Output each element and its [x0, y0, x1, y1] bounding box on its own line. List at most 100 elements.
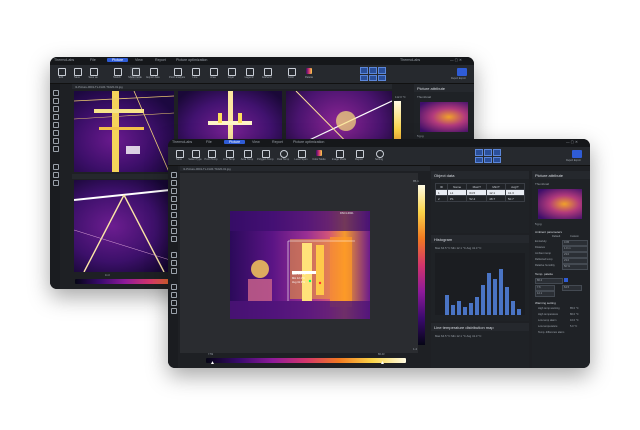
back-export-button[interactable]: Export data — [146, 67, 160, 80]
front-image-mode-button[interactable]: Image Mode — [332, 149, 346, 162]
rotate-icon[interactable] — [171, 252, 177, 258]
front-report-button[interactable]: Report — [354, 149, 364, 162]
front-temp-range-bar[interactable] — [206, 358, 406, 363]
range-high-handle[interactable]: ▲ — [380, 360, 385, 366]
power-pole-graphic — [74, 91, 174, 172]
front-save-button[interactable]: Save — [174, 149, 184, 162]
point-temp-icon — [208, 150, 216, 158]
back-color-button[interactable]: Color — [286, 67, 296, 80]
oval-icon — [280, 150, 288, 158]
line-tool-icon[interactable] — [171, 204, 177, 210]
back-isotherm-button[interactable]: Isotherm — [262, 67, 272, 80]
back-edit-button[interactable]: Edit — [56, 67, 66, 80]
humidity-field[interactable]: 50 % — [562, 264, 588, 270]
option-custom[interactable]: Custom — [570, 235, 579, 238]
rotate-icon[interactable] — [53, 164, 59, 170]
front-level-span-button[interactable]: Level Span — [295, 149, 307, 162]
oval-tool-icon[interactable] — [171, 220, 177, 226]
back-layout-grid[interactable] — [360, 67, 386, 81]
front-layout-grid[interactable] — [475, 149, 501, 163]
front-image-canvas[interactable]: Max 64.5°C Min 12.1°C Avg 41.3°C DSC1-00… — [180, 173, 418, 353]
front-menu-view[interactable]: View — [252, 140, 260, 144]
option-default[interactable]: Default — [552, 235, 560, 238]
oval-tool-icon[interactable] — [53, 138, 59, 144]
range-high-field[interactable]: 64.5 — [562, 285, 582, 291]
range-low-field[interactable]: 12.1 — [535, 291, 555, 297]
brush-icon[interactable] — [171, 236, 177, 242]
redo-icon[interactable] — [171, 300, 177, 306]
isotherm-icon — [264, 68, 272, 76]
zoom-icon[interactable] — [171, 188, 177, 194]
front-oval-temp-button[interactable]: Oval Temp — [277, 149, 289, 162]
front-window-controls[interactable]: — ▢ ✕ — [566, 140, 578, 144]
eraser-icon[interactable] — [171, 284, 177, 290]
front-select-type-button[interactable]: Select Type — [188, 149, 202, 162]
polygon-tool-icon[interactable] — [53, 146, 59, 152]
histogram-bar — [511, 301, 515, 315]
hand-icon[interactable] — [53, 98, 59, 104]
histogram-title: Histogram — [434, 237, 453, 242]
front-line-temp-button[interactable]: Line Temp — [223, 149, 235, 162]
histogram-bar — [445, 295, 449, 315]
histogram-bar — [475, 297, 479, 315]
crop-icon[interactable] — [53, 180, 59, 186]
back-image-header — [72, 174, 172, 179]
back-menu-view[interactable]: View — [135, 58, 143, 62]
front-menu-optimization[interactable]: Picture optimization — [293, 140, 324, 144]
front-point-temp-button[interactable]: Point Temp — [205, 149, 217, 162]
back-menu-picture[interactable]: Picture — [107, 58, 129, 62]
warning-title: Warning setting — [535, 301, 556, 305]
back-menu-optimization[interactable]: Picture optimization — [176, 58, 207, 62]
front-report-export-button[interactable] — [572, 150, 582, 158]
flip-icon[interactable] — [53, 172, 59, 178]
hand-icon[interactable] — [171, 180, 177, 186]
front-menu-picture[interactable]: Picture — [224, 140, 246, 144]
back-menu-report[interactable]: Report — [155, 58, 166, 62]
cursor-icon[interactable] — [171, 172, 177, 178]
front-setting-button[interactable]: Setting — [374, 149, 384, 162]
point-tool-icon[interactable] — [53, 114, 59, 120]
range-max-field[interactable]: 86.4 — [535, 278, 563, 284]
back-layer-button[interactable]: Layer — [226, 67, 236, 80]
back-showmode-button[interactable]: Show mode — [128, 67, 142, 80]
front-color-mode-button[interactable]: Color Mode — [312, 149, 326, 162]
point-tool-icon[interactable] — [171, 196, 177, 202]
back-legend-button[interactable]: Legend — [244, 67, 254, 80]
back-thermal-thumbnail-1[interactable] — [74, 91, 174, 172]
back-switch-button[interactable]: Switch — [112, 67, 122, 80]
range-lock-toggle[interactable] — [564, 278, 568, 282]
front-menu-file[interactable]: File — [206, 140, 212, 144]
back-save-button[interactable]: Save — [72, 67, 82, 80]
polygon-tool-icon[interactable] — [171, 228, 177, 234]
image-mode-icon — [336, 150, 344, 158]
back-thermal-main-image[interactable] — [74, 180, 170, 272]
back-point-button[interactable]: Point analysis — [169, 67, 185, 80]
back-title-bar: ThermoLabs File Picture View Report Pict… — [50, 57, 474, 65]
front-area-temp-button[interactable]: Area Temp — [241, 149, 253, 162]
front-menu-report[interactable]: Report — [272, 140, 283, 144]
delete-icon[interactable] — [171, 308, 177, 314]
back-menu-file[interactable]: File — [90, 58, 96, 62]
back-user-name[interactable]: ThermoLabs — [400, 58, 420, 62]
table-row[interactable]: 2 P1 52.4 48.7 50.7 — [435, 195, 526, 202]
undo-icon[interactable] — [171, 292, 177, 298]
crop-icon[interactable] — [171, 268, 177, 274]
rect-tool-icon[interactable] — [53, 130, 59, 136]
zoom-icon[interactable] — [53, 106, 59, 112]
front-polygon-temp-button[interactable]: Polygon Temp — [257, 149, 273, 162]
back-window-controls[interactable]: — ▢ ✕ — [450, 58, 462, 62]
front-thermal-image[interactable]: Max 64.5°C Min 12.1°C Avg 41.3°C DSC1-00… — [230, 211, 370, 319]
rect-tool-icon[interactable] — [171, 212, 177, 218]
object-data-table: ID Name Max/T Min/T Avg/T 1 L1 64.5 12.1… — [435, 183, 526, 202]
back-area-button[interactable]: Area — [208, 67, 218, 80]
back-palette-button[interactable]: Palette — [304, 67, 314, 80]
back-line-button[interactable]: Line — [190, 67, 200, 80]
line-tool-icon[interactable] — [53, 122, 59, 128]
back-saveas-button[interactable]: Save as — [88, 67, 98, 80]
cursor-icon[interactable] — [53, 90, 59, 96]
back-report-export-button[interactable] — [457, 68, 467, 76]
front-vertical-scale[interactable] — [418, 185, 425, 345]
flip-icon[interactable] — [171, 260, 177, 266]
line-temp-panel: Line temperature distribution map Max 64… — [431, 323, 529, 368]
range-low-handle[interactable]: ▲ — [210, 360, 215, 366]
